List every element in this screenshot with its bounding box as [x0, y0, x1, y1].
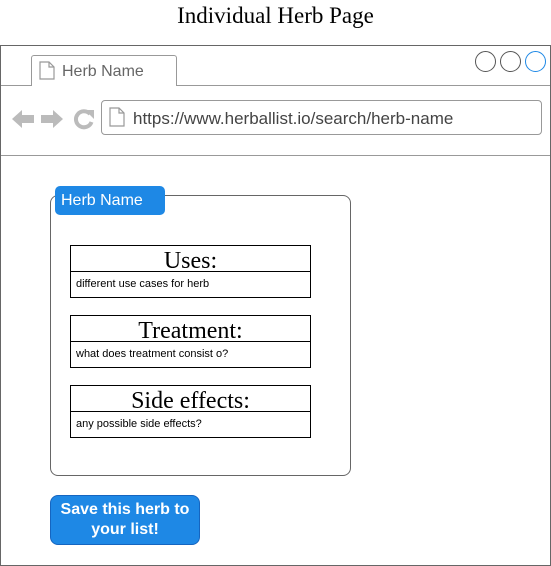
section-description: any possible side effects? — [76, 418, 202, 430]
document-icon — [39, 61, 55, 85]
treatment-section: Treatment: what does treatment consist o… — [70, 315, 311, 368]
reload-icon[interactable] — [72, 108, 96, 135]
section-heading: Side effects: — [71, 386, 310, 412]
section-description: different use cases for herb — [76, 278, 210, 290]
herb-name-label: Herb Name — [55, 186, 165, 215]
section-description: what does treatment consist o? — [76, 348, 229, 360]
url-text: https://www.herballist.io/search/herb-na… — [133, 109, 454, 128]
document-icon — [109, 107, 125, 132]
window-control-close[interactable] — [525, 51, 546, 72]
tab-label: Herb Name — [62, 63, 144, 80]
arrow-left-icon[interactable] — [11, 108, 35, 135]
toolbar-divider — [1, 155, 550, 156]
section-heading: Uses: — [71, 246, 310, 272]
browser-tab[interactable]: Herb Name — [31, 55, 177, 86]
uses-section: Uses: different use cases for herb — [70, 245, 311, 298]
page-title: Individual Herb Page — [177, 3, 374, 28]
side-effects-section: Side effects: any possible side effects? — [70, 385, 311, 438]
arrow-right-icon[interactable] — [40, 108, 64, 135]
window-control-minimize[interactable] — [475, 51, 496, 72]
window-control-maximize[interactable] — [500, 51, 521, 72]
address-bar[interactable]: https://www.herballist.io/search/herb-na… — [101, 100, 542, 135]
save-herb-button[interactable]: Save this herb to your list! — [50, 495, 200, 545]
section-heading: Treatment: — [71, 316, 310, 342]
